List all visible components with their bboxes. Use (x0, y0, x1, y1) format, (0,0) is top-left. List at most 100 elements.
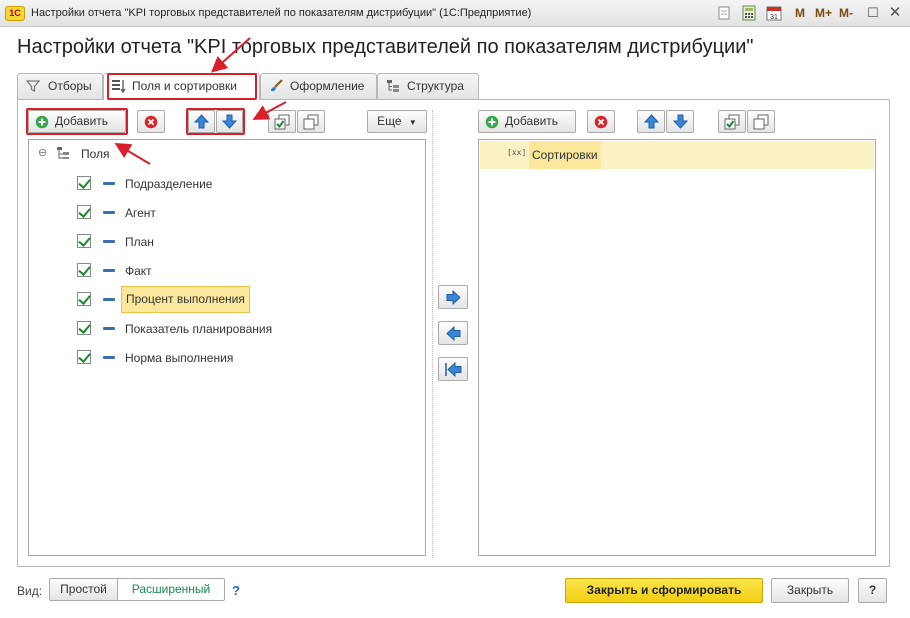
uncheck-all-button[interactable] (297, 110, 325, 133)
memory-minus-button[interactable]: M- (839, 6, 853, 20)
arrow-right-icon (446, 290, 461, 305)
view-extended-button[interactable]: Расширенный (117, 578, 225, 601)
add-icon (35, 115, 49, 129)
tab-fields-sorting[interactable]: Поля и сортировки (103, 73, 260, 100)
field-row-selected[interactable]: Процент выполнения (29, 285, 425, 314)
uncheck-all-icon (303, 114, 319, 130)
help-link[interactable]: ? (232, 583, 240, 598)
tab-appearance[interactable]: Оформление (260, 73, 377, 99)
tab-fields-sorting-label: Поля и сортировки (132, 79, 237, 93)
field-row[interactable]: Агент (29, 198, 425, 227)
arrow-down-icon (673, 114, 688, 129)
sorting-check-all-button[interactable] (718, 110, 746, 133)
arrow-down-icon (222, 114, 237, 129)
field-checkbox[interactable] (77, 263, 91, 277)
fields-sort-icon (112, 80, 126, 93)
field-row[interactable]: Подразделение (29, 169, 425, 198)
svg-text:31: 31 (770, 14, 778, 21)
tab-appearance-label: Оформление (290, 79, 365, 93)
remove-all-sorting-button[interactable] (438, 357, 468, 381)
uncheck-all-icon (753, 114, 769, 130)
field-label: План (125, 235, 154, 249)
close-and-generate-button[interactable]: Закрыть и сформировать (565, 578, 763, 603)
brush-icon (271, 79, 283, 92)
field-checkbox[interactable] (77, 321, 91, 335)
app-logo-icon: 1С (5, 6, 25, 21)
move-up-button[interactable] (188, 110, 215, 133)
sorting-uncheck-all-button[interactable] (747, 110, 775, 133)
document-icon[interactable] (716, 5, 732, 21)
structure-icon (387, 80, 399, 92)
close-button[interactable]: Закрыть (771, 578, 849, 603)
calendar-icon[interactable]: 31 (766, 5, 782, 21)
field-label: Процент выполнения (121, 286, 250, 313)
view-simple-button[interactable]: Простой (49, 578, 118, 601)
chevron-down-icon: ▼ (408, 118, 417, 127)
page-title: Настройки отчета "KPI торговых представи… (17, 36, 754, 58)
check-all-icon (724, 114, 740, 130)
field-label: Подразделение (125, 177, 213, 191)
more-menu-button[interactable]: Еще ▼ (367, 110, 427, 133)
delete-field-button[interactable] (137, 110, 165, 133)
field-row[interactable]: Показатель планирования (29, 314, 425, 343)
delete-sorting-button[interactable] (587, 110, 615, 133)
arrow-up-icon (644, 114, 659, 129)
tab-filters[interactable]: Отборы (17, 73, 103, 99)
help-button[interactable]: ? (858, 578, 887, 603)
sorting-move-down-button[interactable] (666, 110, 694, 133)
check-all-icon (274, 114, 290, 130)
tab-structure-label: Структура (407, 79, 464, 93)
field-icon (103, 356, 115, 359)
filter-icon (26, 80, 40, 92)
sorting-tree[interactable]: [xx] Сортировки (478, 139, 876, 556)
tab-filters-label: Отборы (48, 79, 92, 93)
field-label: Норма выполнения (125, 351, 234, 365)
sorting-icon: [xx] (507, 148, 527, 157)
move-from-sorting-button[interactable] (438, 321, 468, 345)
delete-icon (144, 115, 158, 129)
move-down-button[interactable] (216, 110, 243, 133)
memory-m-button[interactable]: M (795, 6, 805, 20)
field-checkbox[interactable] (77, 350, 91, 364)
maximize-icon[interactable]: ☐ (864, 4, 882, 22)
tab-structure[interactable]: Структура (377, 73, 479, 99)
field-row[interactable]: Факт (29, 256, 425, 285)
close-window-icon[interactable]: ✕ (886, 4, 904, 22)
fields-root-label: Поля (81, 147, 110, 161)
field-icon (103, 327, 115, 330)
field-icon (103, 240, 115, 243)
field-icon (103, 211, 115, 214)
field-label: Показатель планирования (125, 322, 273, 336)
sorting-move-up-button[interactable] (637, 110, 665, 133)
sorting-root-label: Сортировки (529, 141, 601, 169)
arrow-left-all-icon (445, 362, 462, 377)
field-icon (103, 182, 115, 185)
field-group-icon (57, 147, 69, 159)
view-label: Вид: (17, 584, 43, 598)
field-checkbox[interactable] (77, 176, 91, 190)
memory-plus-button[interactable]: M+ (815, 6, 832, 20)
field-checkbox[interactable] (77, 292, 91, 306)
delete-icon (594, 115, 608, 129)
field-checkbox[interactable] (77, 205, 91, 219)
arrow-left-icon (446, 326, 461, 341)
field-icon (103, 298, 115, 301)
field-label: Агент (125, 206, 156, 220)
calculator-icon[interactable] (741, 5, 757, 21)
add-icon (485, 115, 499, 129)
field-icon (103, 269, 115, 272)
field-label: Факт (125, 264, 152, 278)
add-field-label: Добавить (55, 114, 109, 128)
add-sorting-label: Добавить (505, 114, 559, 128)
move-to-sorting-button[interactable] (438, 285, 468, 309)
field-row[interactable]: Норма выполнения (29, 343, 425, 372)
collapse-icon[interactable]: ⊖ (38, 146, 47, 159)
fields-tree[interactable]: ⊖ Поля Подразделение Агент План Факт Про… (28, 139, 426, 556)
field-row[interactable]: План (29, 227, 425, 256)
arrow-up-icon (194, 114, 209, 129)
field-checkbox[interactable] (77, 234, 91, 248)
check-all-button[interactable] (268, 110, 296, 133)
splitter[interactable] (432, 110, 433, 558)
window-title: Настройки отчета "KPI торговых представи… (31, 7, 532, 19)
more-menu-label: Еще (377, 114, 402, 128)
